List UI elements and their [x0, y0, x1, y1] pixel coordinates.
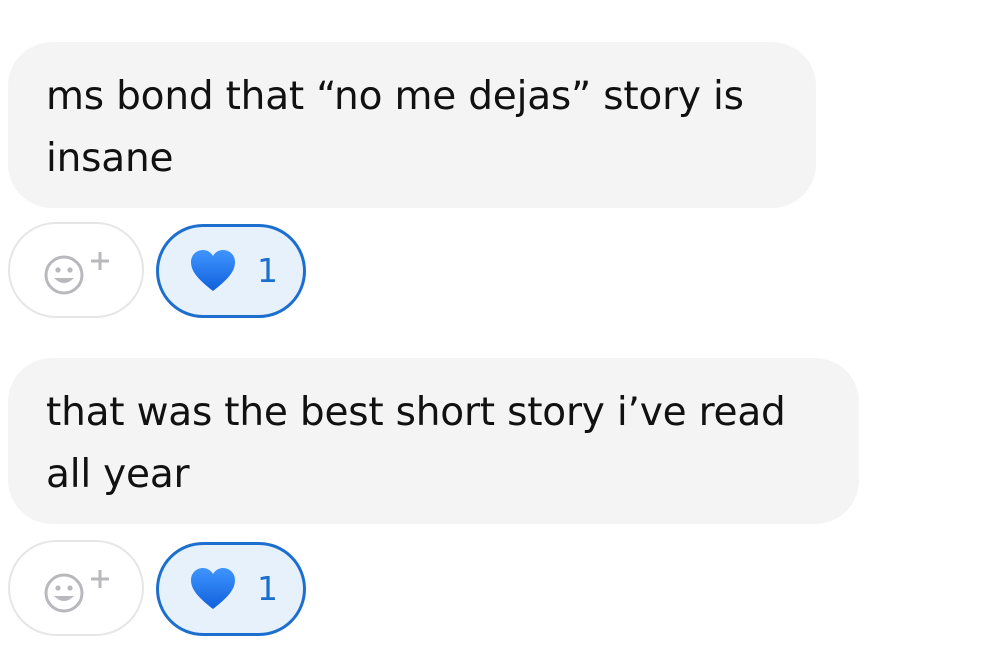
- blue-heart-icon: [191, 250, 235, 291]
- message-bubble[interactable]: that was the best short story i’ve read …: [8, 358, 859, 524]
- message-bubble[interactable]: ms bond that “no me dejas” story is insa…: [8, 42, 816, 208]
- add-reaction-button[interactable]: [8, 540, 144, 636]
- add-reaction-icon: [44, 570, 109, 613]
- heart-reaction-button[interactable]: 1: [156, 542, 306, 636]
- reaction-row: 1: [8, 540, 308, 638]
- add-reaction-icon: [44, 252, 109, 295]
- message-text: ms bond that “no me dejas” story is insa…: [46, 74, 744, 181]
- reaction-count: 1: [257, 569, 278, 608]
- blue-heart-icon: [191, 568, 235, 609]
- add-reaction-button[interactable]: [8, 222, 144, 318]
- heart-reaction-button[interactable]: 1: [156, 224, 306, 318]
- reaction-count: 1: [257, 251, 278, 290]
- message-text: that was the best short story i’ve read …: [46, 390, 786, 497]
- reaction-row: 1: [8, 222, 308, 320]
